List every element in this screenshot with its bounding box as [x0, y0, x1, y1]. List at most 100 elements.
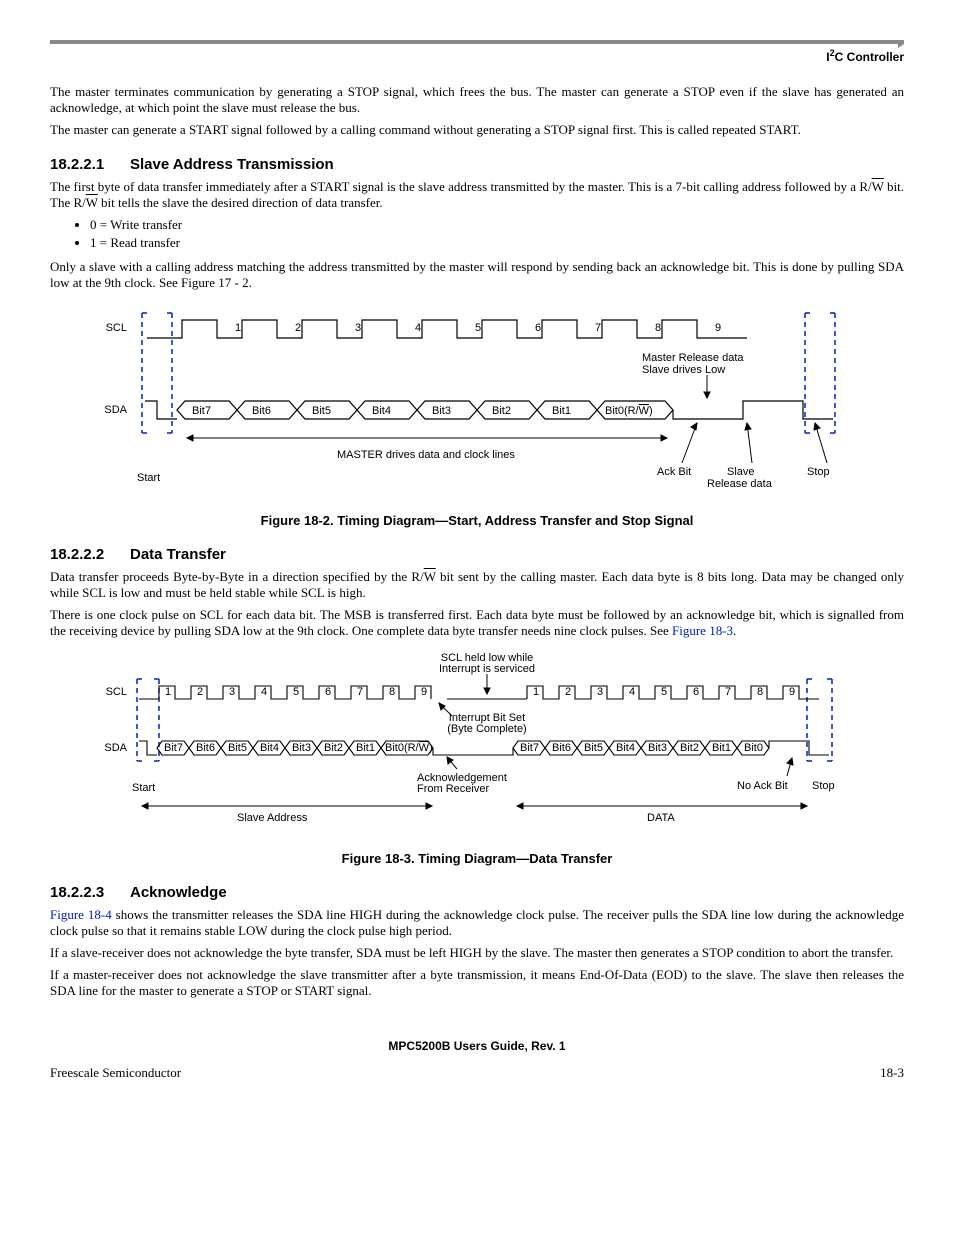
para-clock-pulse: There is one clock pulse on SCL for each… — [50, 607, 904, 639]
svg-text:3: 3 — [355, 322, 361, 334]
svg-text:1: 1 — [235, 322, 241, 334]
para-ack-9th: Only a slave with a calling address matc… — [50, 259, 904, 291]
text: bit tells the slave the desired directio… — [98, 195, 383, 210]
heading-title: Slave Address Transmission — [130, 156, 334, 173]
w-overline: W — [424, 569, 436, 584]
svg-text:Bit5: Bit5 — [228, 742, 247, 754]
svg-text:8: 8 — [655, 322, 661, 334]
text: shows the transmitter releases the SDA l… — [50, 907, 904, 938]
svg-text:7: 7 — [595, 322, 601, 334]
svg-text:Bit6: Bit6 — [196, 742, 215, 754]
header-section-label: I2C Controller — [50, 48, 904, 64]
label: (Byte Complete) — [447, 723, 526, 735]
svg-text:Bit5: Bit5 — [584, 742, 603, 754]
scl-label: SCL — [106, 686, 127, 698]
heading-number: 18.2.2.2 — [50, 546, 130, 563]
svg-text:Bit1: Bit1 — [356, 742, 375, 754]
para-first-byte: The first byte of data transfer immediat… — [50, 179, 904, 211]
svg-text:1: 1 — [165, 686, 171, 698]
rw-list: 0 = Write transfer 1 = Read transfer — [90, 217, 904, 251]
svg-text:4: 4 — [415, 322, 421, 334]
sda-label: SDA — [104, 742, 127, 754]
scl-wave — [139, 686, 819, 699]
svg-text:Bit5: Bit5 — [312, 405, 331, 417]
footer-row: Freescale Semiconductor 18-3 — [50, 1065, 904, 1081]
svg-text:3: 3 — [229, 686, 235, 698]
para-ack-1: Figure 18-4 shows the transmitter releas… — [50, 907, 904, 939]
svg-text:4: 4 — [629, 686, 635, 698]
label: Ack Bit — [657, 466, 691, 478]
heading-18-2-2-3: 18.2.2.3Acknowledge — [50, 884, 904, 901]
label: Interrupt is serviced — [439, 663, 535, 675]
svg-text:5: 5 — [475, 322, 481, 334]
label: No Ack Bit — [737, 780, 788, 792]
svg-text:Bit7: Bit7 — [520, 742, 539, 754]
svg-text:Bit0(R/W): Bit0(R/W) — [605, 405, 653, 417]
svg-text:2: 2 — [565, 686, 571, 698]
text: . — [733, 623, 736, 638]
link-figure-18-4[interactable]: Figure 18-4 — [50, 907, 112, 922]
label: Start — [137, 472, 160, 484]
text: There is one clock pulse on SCL for each… — [50, 607, 904, 638]
svg-text:8: 8 — [757, 686, 763, 698]
svg-text:Bit4: Bit4 — [260, 742, 279, 754]
svg-text:Bit0: Bit0 — [744, 742, 763, 754]
heading-number: 18.2.2.3 — [50, 884, 130, 901]
svg-text:Bit3: Bit3 — [432, 405, 451, 417]
para-stop: The master terminates communication by g… — [50, 84, 904, 116]
svg-text:9: 9 — [789, 686, 795, 698]
svg-text:9: 9 — [715, 322, 721, 334]
heading-number: 18.2.2.1 — [50, 156, 130, 173]
label: MASTER drives data and clock lines — [337, 449, 515, 461]
label: Master Release data — [642, 352, 744, 364]
text: Data transfer proceeds Byte-by-Byte in a… — [50, 569, 424, 584]
svg-text:2: 2 — [295, 322, 301, 334]
svg-text:6: 6 — [535, 322, 541, 334]
figure-18-3: SCL held low while Interrupt is serviced… — [50, 651, 904, 841]
label: Stop — [812, 780, 835, 792]
svg-text:5: 5 — [293, 686, 299, 698]
figure-18-2: SCL 1 2 3 4 5 6 7 8 9 Master Release dat… — [50, 303, 904, 503]
svg-text:9: 9 — [421, 686, 427, 698]
scl-numbers: 1 2 3 4 5 6 7 8 9 — [235, 322, 721, 334]
label: Slave — [727, 466, 755, 478]
svg-text:3: 3 — [597, 686, 603, 698]
list-item: 0 = Write transfer — [90, 217, 904, 233]
svg-text:7: 7 — [725, 686, 731, 698]
w-overline: W — [872, 179, 884, 194]
label: Slave drives Low — [642, 364, 725, 376]
text: The first byte of data transfer immediat… — [50, 179, 872, 194]
heading-title: Acknowledge — [130, 884, 227, 901]
svg-text:Bit3: Bit3 — [292, 742, 311, 754]
svg-text:Bit7: Bit7 — [192, 405, 211, 417]
svg-text:5: 5 — [661, 686, 667, 698]
svg-text:2: 2 — [197, 686, 203, 698]
svg-text:6: 6 — [325, 686, 331, 698]
list-item: 1 = Read transfer — [90, 235, 904, 251]
svg-text:Bit1: Bit1 — [552, 405, 571, 417]
svg-text:Bit6: Bit6 — [252, 405, 271, 417]
svg-text:1: 1 — [533, 686, 539, 698]
svg-text:Bit0(R/W): Bit0(R/W) — [385, 742, 433, 754]
label: Start — [132, 782, 155, 794]
svg-text:Bit2: Bit2 — [324, 742, 343, 754]
heading-18-2-2-1: 18.2.2.1Slave Address Transmission — [50, 156, 904, 173]
svg-text:Bit7: Bit7 — [164, 742, 183, 754]
label: DATA — [647, 812, 675, 824]
svg-text:8: 8 — [389, 686, 395, 698]
svg-text:4: 4 — [261, 686, 267, 698]
sda-wave — [145, 401, 833, 419]
w-overline: W — [86, 195, 98, 210]
svg-text:6: 6 — [693, 686, 699, 698]
link-figure-18-3[interactable]: Figure 18-3 — [672, 623, 733, 638]
para-repeated-start: The master can generate a START signal f… — [50, 122, 904, 138]
svg-text:Bit2: Bit2 — [492, 405, 511, 417]
para-ack-2: If a slave-receiver does not acknowledge… — [50, 945, 904, 961]
para-ack-3: If a master-receiver does not acknowledg… — [50, 967, 904, 999]
footer-left: Freescale Semiconductor — [50, 1065, 181, 1081]
figure-18-2-caption: Figure 18-2. Timing Diagram—Start, Addre… — [50, 513, 904, 528]
footer-doc-title: MPC5200B Users Guide, Rev. 1 — [50, 1039, 904, 1053]
header-rule — [50, 40, 904, 44]
svg-text:Bit3: Bit3 — [648, 742, 667, 754]
para-data-transfer: Data transfer proceeds Byte-by-Byte in a… — [50, 569, 904, 601]
